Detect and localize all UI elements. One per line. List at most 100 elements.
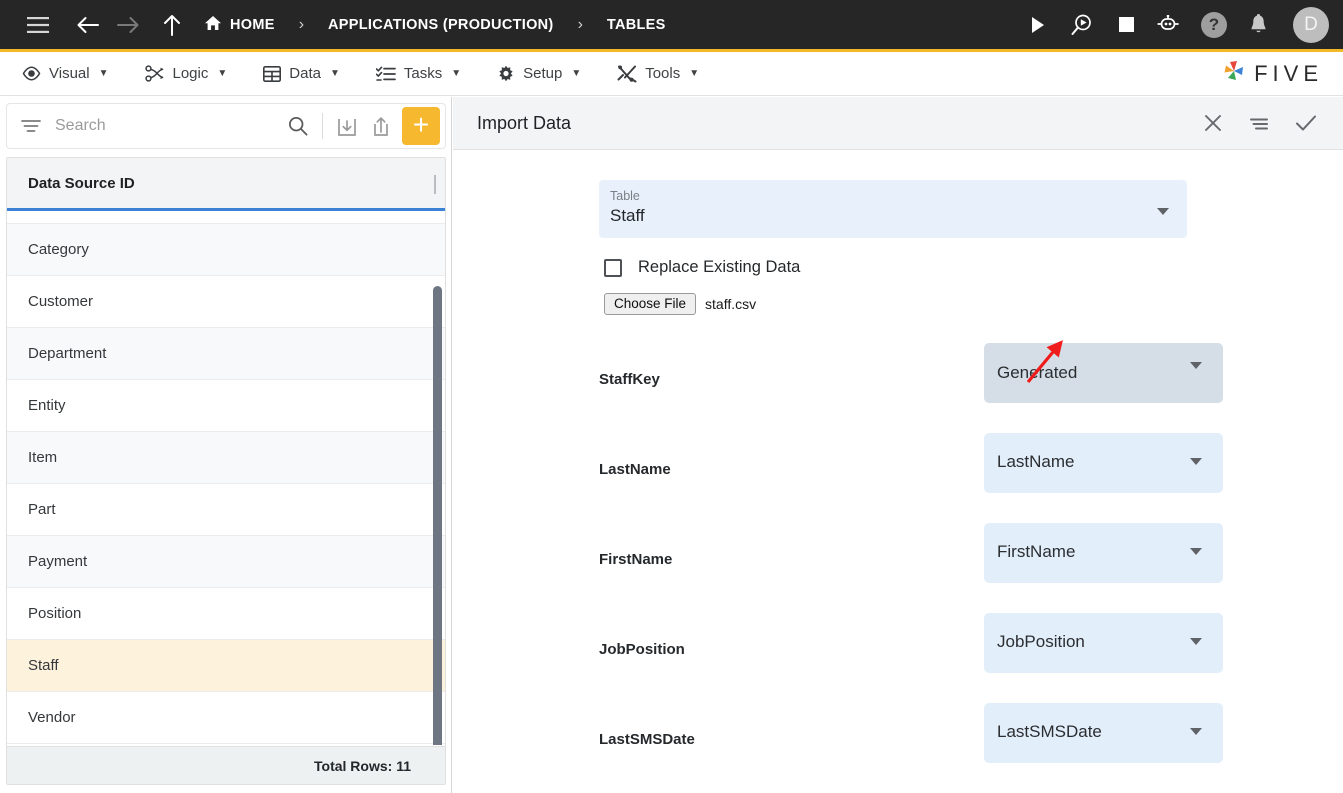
- field-label: FirstName: [599, 551, 673, 568]
- table-row[interactable]: Department: [7, 328, 445, 380]
- breadcrumb-item-tables[interactable]: TABLES: [603, 17, 670, 33]
- table-row[interactable]: Customer: [7, 276, 445, 328]
- field-label: StaffKey: [599, 371, 660, 388]
- arrow-left-icon[interactable]: [68, 5, 108, 45]
- menu-tools-label: Tools: [645, 65, 681, 82]
- import-data-panel: Import Data Table Staff Replace Existing…: [453, 97, 1343, 793]
- tools-icon: [617, 65, 637, 83]
- chevron-down-icon: ▼: [689, 68, 700, 79]
- field-mapping-row-jobposition: JobPosition JobPosition: [599, 603, 1223, 693]
- replace-existing-data-checkbox[interactable]: [604, 258, 622, 277]
- table-row[interactable]: Payment: [7, 536, 445, 588]
- breadcrumb-label-home: HOME: [230, 16, 275, 33]
- breadcrumb-label-tables: TABLES: [606, 16, 666, 33]
- grid-spacer-row: [7, 211, 445, 224]
- chevron-down-icon[interactable]: [1190, 638, 1202, 645]
- menu-setup-label: Setup: [523, 65, 563, 82]
- help-question-glyph: ?: [1201, 11, 1227, 38]
- sidebar-search-bar: +: [6, 103, 446, 149]
- help-icon[interactable]: ?: [1199, 10, 1229, 40]
- row-label: Part: [28, 501, 56, 518]
- menu-tools[interactable]: Tools ▼: [603, 65, 713, 83]
- chevron-down-icon[interactable]: [1190, 458, 1202, 465]
- chevron-down-icon: ▼: [329, 68, 340, 79]
- column-resize-handle[interactable]: [434, 175, 436, 194]
- lastname-mapping-select[interactable]: LastName: [984, 433, 1223, 493]
- grid-column-header-data-source-id[interactable]: Data Source ID: [7, 175, 135, 192]
- field-label: LastSMSDate: [599, 731, 695, 748]
- field-mapping-row-firstname: FirstName FirstName: [599, 513, 1223, 603]
- arrow-right-icon[interactable]: [108, 5, 148, 45]
- five-pinwheel-icon: [1221, 58, 1247, 89]
- chevron-down-icon: ▼: [571, 68, 582, 79]
- notifications-icon[interactable]: [1243, 10, 1273, 40]
- table-select[interactable]: Table Staff: [599, 180, 1187, 238]
- chevron-down-icon: ▼: [217, 68, 228, 79]
- menu-data-label: Data: [289, 65, 321, 82]
- breadcrumb-item-applications[interactable]: APPLICATIONS (PRODUCTION): [324, 17, 558, 33]
- search-input[interactable]: [55, 117, 281, 135]
- filter-icon[interactable]: [21, 119, 41, 133]
- field-mapping-value: FirstName: [997, 542, 1076, 561]
- table-row[interactable]: Entity: [7, 380, 445, 432]
- table-icon: [263, 65, 282, 82]
- chevron-down-icon[interactable]: [1190, 728, 1202, 735]
- menu-visual[interactable]: Visual ▼: [8, 65, 123, 82]
- menu-tasks[interactable]: Tasks ▼: [362, 65, 475, 82]
- export-icon[interactable]: [364, 109, 398, 143]
- debug-icon[interactable]: [1067, 10, 1097, 40]
- chevron-down-icon[interactable]: [1157, 208, 1169, 215]
- staffkey-mapping-select[interactable]: Generated: [984, 343, 1223, 403]
- row-label: Position: [28, 605, 82, 622]
- total-rows-label: Total Rows: 11: [314, 757, 411, 774]
- run-icon[interactable]: [1023, 10, 1053, 40]
- field-mapping-row-staffkey: StaffKey Generated: [599, 333, 1223, 423]
- field-mapping-value: JobPosition: [997, 632, 1085, 651]
- table-select-value: Staff: [610, 206, 645, 225]
- search-icon[interactable]: [281, 109, 315, 143]
- table-row[interactable]: Part: [7, 484, 445, 536]
- row-label: Department: [28, 345, 107, 362]
- menu-data[interactable]: Data ▼: [249, 65, 354, 82]
- menu-setup[interactable]: Setup ▼: [483, 65, 595, 83]
- hamburger-icon[interactable]: [18, 5, 58, 45]
- table-row[interactable]: Position: [7, 588, 445, 640]
- table-select-label: Table: [610, 189, 640, 203]
- firstname-mapping-select[interactable]: FirstName: [984, 523, 1223, 583]
- breadcrumb: HOME › APPLICATIONS (PRODUCTION) › TABLE…: [200, 15, 670, 35]
- table-row[interactable]: Item: [7, 432, 445, 484]
- field-mapping-row-lastname: LastName LastName: [599, 423, 1223, 513]
- home-icon: [204, 15, 222, 35]
- field-label: JobPosition: [599, 641, 685, 658]
- grid-vertical-scrollbar[interactable]: [433, 286, 442, 745]
- confirm-check-icon[interactable]: [1295, 114, 1317, 132]
- chevron-down-icon[interactable]: [1190, 548, 1202, 555]
- lastsmsdate-mapping-select[interactable]: LastSMSDate: [984, 703, 1223, 763]
- menu-visual-label: Visual: [49, 65, 90, 82]
- table-row-selected[interactable]: Staff: [7, 640, 445, 692]
- arrow-up-icon[interactable]: [152, 5, 192, 45]
- avatar[interactable]: D: [1293, 6, 1329, 43]
- toolbar-divider: [322, 113, 323, 139]
- close-icon[interactable]: [1203, 113, 1223, 133]
- stop-icon[interactable]: [1111, 10, 1141, 40]
- jobposition-mapping-select[interactable]: JobPosition: [984, 613, 1223, 673]
- list-menu-icon[interactable]: [1249, 116, 1269, 130]
- chevron-down-icon[interactable]: [1190, 362, 1202, 369]
- eye-icon: [22, 66, 41, 81]
- grid-body: Category Customer Department Entity Item…: [7, 211, 445, 745]
- brand-logo: FIVE: [1221, 58, 1343, 89]
- menu-logic[interactable]: Logic ▼: [131, 65, 242, 82]
- add-button[interactable]: +: [402, 107, 440, 145]
- breadcrumb-item-home[interactable]: HOME: [200, 15, 279, 35]
- chevron-down-icon: ▼: [451, 68, 462, 79]
- brand-name: FIVE: [1254, 60, 1323, 86]
- choose-file-button[interactable]: Choose File: [604, 293, 697, 315]
- chatbot-icon[interactable]: [1155, 10, 1185, 40]
- table-row[interactable]: Category: [7, 224, 445, 276]
- flow-icon: [144, 65, 165, 82]
- row-label: Staff: [28, 657, 59, 674]
- table-row[interactable]: Vendor: [7, 692, 445, 744]
- grid-footer: Total Rows: 11: [7, 746, 445, 784]
- import-icon[interactable]: [330, 109, 364, 143]
